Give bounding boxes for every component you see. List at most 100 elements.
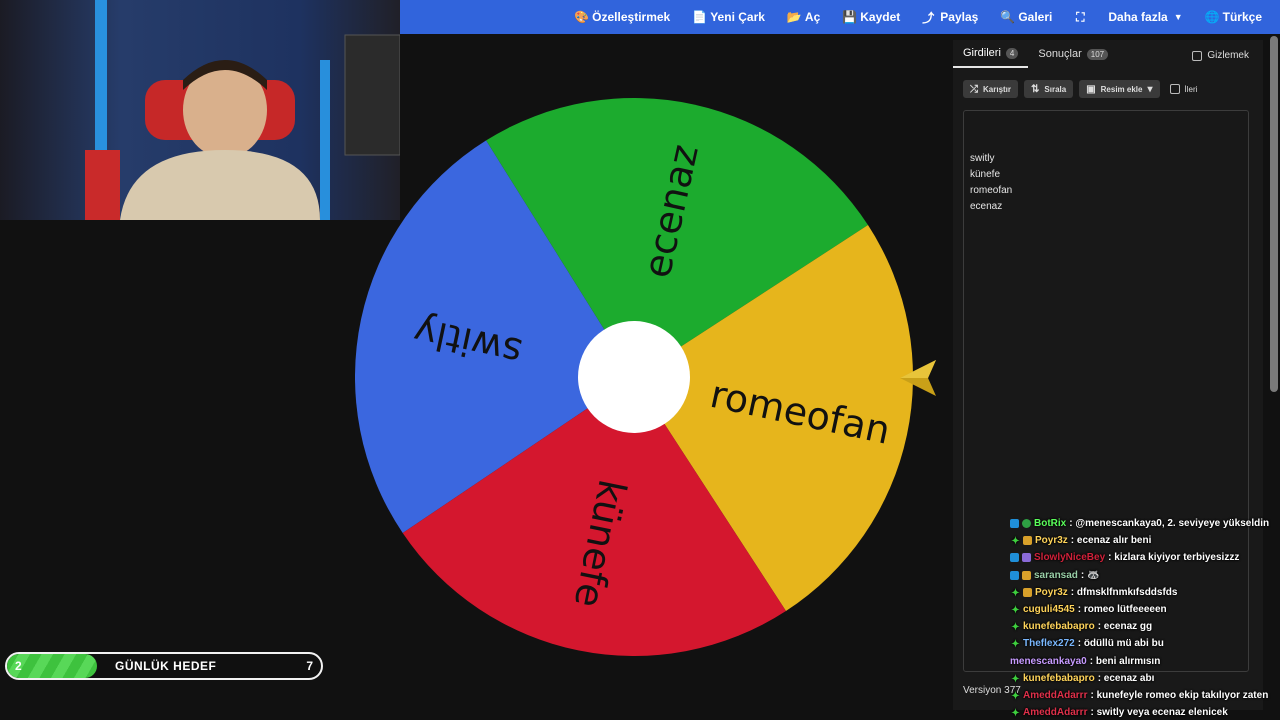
tab-results-count: 107 — [1086, 48, 1109, 60]
nav-item-save[interactable]: 💾 Kaydet — [842, 10, 900, 24]
nav-item-label: Aç — [804, 10, 821, 24]
star-badge-icon: ✦ — [1011, 536, 1020, 548]
chat-username: Theflex272 — [1023, 638, 1075, 650]
nav-item-more[interactable]: Daha fazla ▼ — [1108, 10, 1182, 24]
nav-item-palette[interactable]: 🎨 Özelleştirmek — [574, 10, 670, 24]
nav-item-label: Özelleştirmek — [592, 10, 671, 24]
chat-text: 🦝 — [1087, 569, 1100, 581]
entry-line: switly — [970, 153, 995, 164]
sort-label: Sırala — [1044, 84, 1067, 94]
chat-text: ödüllü mü abi bu — [1083, 638, 1164, 650]
vip-badge-icon — [1010, 570, 1019, 580]
chat-text: switly veya ecenaz elenicek — [1096, 707, 1228, 719]
nav-item-label: Daha fazla — [1108, 10, 1168, 24]
tab-entries-count: 4 — [1005, 47, 1019, 59]
spin-wheel[interactable]: switly ecenaz romeofan künefe — [353, 96, 915, 658]
nav-item-globe[interactable]: 🌐 Türkçe — [1205, 10, 1262, 24]
star-badge-icon: ✦ — [1011, 622, 1020, 634]
star-badge-icon: ✦ — [1011, 587, 1020, 599]
entry-line: künefe — [970, 169, 1001, 180]
gift-badge-icon — [1023, 587, 1032, 597]
nav-item-fullscreen[interactable]: ⛶ — [1074, 10, 1086, 25]
chat-text: ecenaz abı — [1103, 672, 1155, 684]
nav-item-label: Paylaş — [940, 10, 979, 24]
chat-username: Poyr3z — [1035, 535, 1068, 547]
chat-text: kizlara kiyiyor terbiyesizzz — [1114, 552, 1240, 564]
top-navbar: 🎨 Özelleştirmek 📄 Yeni Çark 📂 Aç 💾 Kaydet ⤴ Payla… — [400, 0, 1280, 34]
entries-toolbar: ⤮ Karıştır ⇅ Sırala ▣ Resim ekle ▾ İleri — [963, 80, 1197, 98]
chat-username: AmeddAdarrr — [1023, 707, 1088, 719]
hide-checkbox[interactable] — [1192, 50, 1203, 61]
image-icon: ▣ — [1086, 83, 1096, 95]
chevron-down-icon: ▼ — [1173, 12, 1183, 22]
advanced-label: İleri — [1184, 84, 1198, 94]
search-icon: 🔍 — [1000, 10, 1016, 24]
page-scrollbar[interactable] — [1270, 36, 1278, 392]
tab-results-label: Sonuçlar — [1038, 48, 1082, 60]
add-image-button[interactable]: ▣ Resim ekle ▾ — [1079, 80, 1160, 98]
nav-item-label: Yeni Çark — [710, 10, 765, 24]
chat-username: kunefebabapro — [1023, 621, 1095, 633]
chat-text: kunefeyle romeo ekip takılıyor zaten — [1096, 689, 1269, 701]
chat-message: ✦ AmeddAdarrr: kunefeyle romeo ekip takıl… — [1010, 687, 1280, 704]
chat-username: BotRix — [1034, 518, 1067, 530]
star-badge-icon: ✦ — [1011, 690, 1020, 702]
daily-goal-label: GÜNLÜK HEDEF — [115, 659, 217, 673]
nav-item-folder-open[interactable]: 📂 Aç — [787, 10, 820, 24]
tab-results[interactable]: Sonuçlar 107 — [1028, 40, 1118, 68]
chat-username: Poyr3z — [1035, 586, 1068, 598]
chat-overlay: BotRix: @menescankaya0, 2. seviyeye yüks… — [1010, 515, 1280, 720]
wheel-center-hub[interactable] — [578, 321, 690, 433]
chevron-down-icon: ▾ — [1147, 83, 1153, 95]
sort-button[interactable]: ⇅ Sırala — [1024, 80, 1074, 98]
daily-goal-bar: 2 GÜNLÜK HEDEF 7 — [5, 652, 323, 680]
tab-entries-label: Girdileri — [963, 47, 1001, 59]
chat-username: menescankaya0 — [1010, 655, 1087, 667]
fullscreen-icon: ⛶ — [1076, 9, 1085, 24]
nav-item-file[interactable]: 📄 Yeni Çark — [692, 10, 765, 24]
nav-item-share[interactable]: ⤴ Paylaş — [922, 9, 978, 26]
daily-goal-current: 2 — [15, 659, 22, 673]
chat-username: cuguli4545 — [1023, 604, 1075, 616]
shuffle-icon: ⤮ — [970, 83, 978, 95]
star-badge-icon: ✦ — [1011, 605, 1020, 617]
sub-badge-icon — [1022, 553, 1031, 563]
globe-icon: 🌐 — [1204, 10, 1220, 24]
nav-item-search[interactable]: 🔍 Galeri — [1000, 10, 1052, 24]
advanced-toggle[interactable]: İleri — [1169, 84, 1198, 94]
chat-text: ecenaz alır beni — [1076, 535, 1152, 547]
chat-message: ✦ Theflex272: ödüllü mü abi bu — [1010, 635, 1280, 652]
chat-message: ✦ kunefebabapro: ecenaz abı — [1010, 670, 1280, 687]
hide-toggle[interactable]: Gizlemek — [1192, 50, 1249, 61]
chat-message: ✦ Poyr3z: dfmsklfnmkıfsddsfds — [1010, 584, 1280, 601]
chat-message: ✦ Poyr3z: ecenaz alır beni — [1010, 532, 1280, 549]
vip-badge-icon — [1010, 553, 1019, 563]
share-icon: ⤴ — [922, 10, 935, 25]
shuffle-label: Karıştır — [983, 84, 1012, 94]
chat-message: ✦ AmeddAdarrr: switly veya ecenaz elenice… — [1010, 704, 1280, 720]
vip-badge-icon — [1010, 519, 1019, 529]
chat-username: SlowlyNiceBey — [1034, 552, 1106, 564]
chat-text: romeo lütfeeeeen — [1083, 604, 1167, 616]
chat-message: saransad: 🦝 — [1010, 567, 1280, 584]
gift-badge-icon — [1023, 536, 1032, 546]
star-badge-icon: ✦ — [1011, 673, 1020, 685]
chat-username: AmeddAdarrr — [1023, 689, 1088, 701]
gift-badge-icon — [1022, 570, 1031, 580]
wheel-pointer-icon — [900, 360, 936, 396]
stream-screen: 🎨 Özelleştirmek 📄 Yeni Çark 📂 Aç 💾 Kaydet ⤴ Payla… — [0, 0, 1280, 720]
chat-message: ✦ cuguli4545: romeo lütfeeeeen — [1010, 601, 1280, 618]
shuffle-button[interactable]: ⤮ Karıştır — [963, 80, 1019, 98]
advanced-checkbox[interactable] — [1169, 84, 1180, 94]
daily-goal-target: 7 — [306, 659, 313, 673]
chat-text: beni alırmısın — [1095, 655, 1161, 667]
chat-username: kunefebabapro — [1023, 672, 1095, 684]
chat-message: ✦ kunefebabapro: ecenaz gg — [1010, 618, 1280, 635]
chat-message: BotRix: @menescankaya0, 2. seviyeye yüks… — [1010, 515, 1280, 532]
tab-entries[interactable]: Girdileri 4 — [953, 40, 1029, 68]
sort-icon: ⇅ — [1031, 83, 1040, 95]
entry-line: romeofan — [970, 185, 1013, 196]
webcam-overlay — [0, 0, 400, 220]
file-icon: 📄 — [692, 10, 708, 24]
chat-text: dfmsklfnmkıfsddsfds — [1076, 586, 1178, 598]
